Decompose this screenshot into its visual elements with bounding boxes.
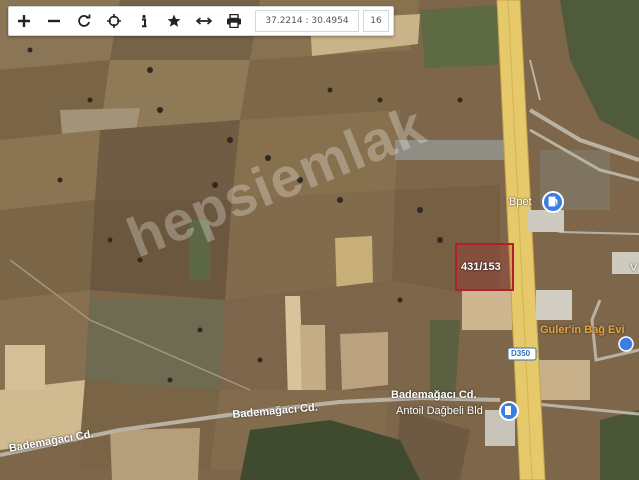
- arrows-horizontal-icon: [196, 17, 212, 25]
- print-button[interactable]: [219, 7, 249, 35]
- info-button[interactable]: [129, 7, 159, 35]
- refresh-icon: [78, 14, 91, 27]
- crosshair-icon: [107, 14, 121, 28]
- edge-label: V: [630, 262, 638, 274]
- zoom-out-button[interactable]: [39, 7, 69, 35]
- road-shield-label: D350: [511, 349, 531, 358]
- gas-station-pin-bpet[interactable]: [542, 191, 564, 213]
- place-pin-guler[interactable]: [618, 336, 634, 352]
- star-icon: [167, 14, 181, 27]
- minus-icon: [48, 19, 60, 23]
- refresh-button[interactable]: [69, 7, 99, 35]
- road-label-bademagaci-right: Bademağacı Cd.: [391, 389, 477, 401]
- zoom-in-button[interactable]: [9, 7, 39, 35]
- satellite-map[interactable]: [0, 0, 639, 480]
- coordinate-readout: 37.2214 : 30.4954: [255, 10, 359, 32]
- map-toolbar: 37.2214 : 30.4954 16: [8, 6, 394, 36]
- info-icon: [142, 14, 147, 28]
- zoom-level-display: 16: [363, 10, 389, 32]
- plus-icon: [18, 15, 30, 27]
- parcel-label: 431/153: [461, 261, 501, 273]
- printer-icon: [227, 14, 241, 28]
- measure-button[interactable]: [189, 7, 219, 35]
- favorite-button[interactable]: [159, 7, 189, 35]
- gas-station-pin-antoil[interactable]: [499, 401, 519, 421]
- poi-label-antoil: Antoil Dağbeli Bld: [396, 405, 483, 417]
- poi-label-guler: Guler'in Bağ Evi: [540, 324, 625, 336]
- poi-label-bpet: Bpet: [509, 196, 532, 208]
- locate-button[interactable]: [99, 7, 129, 35]
